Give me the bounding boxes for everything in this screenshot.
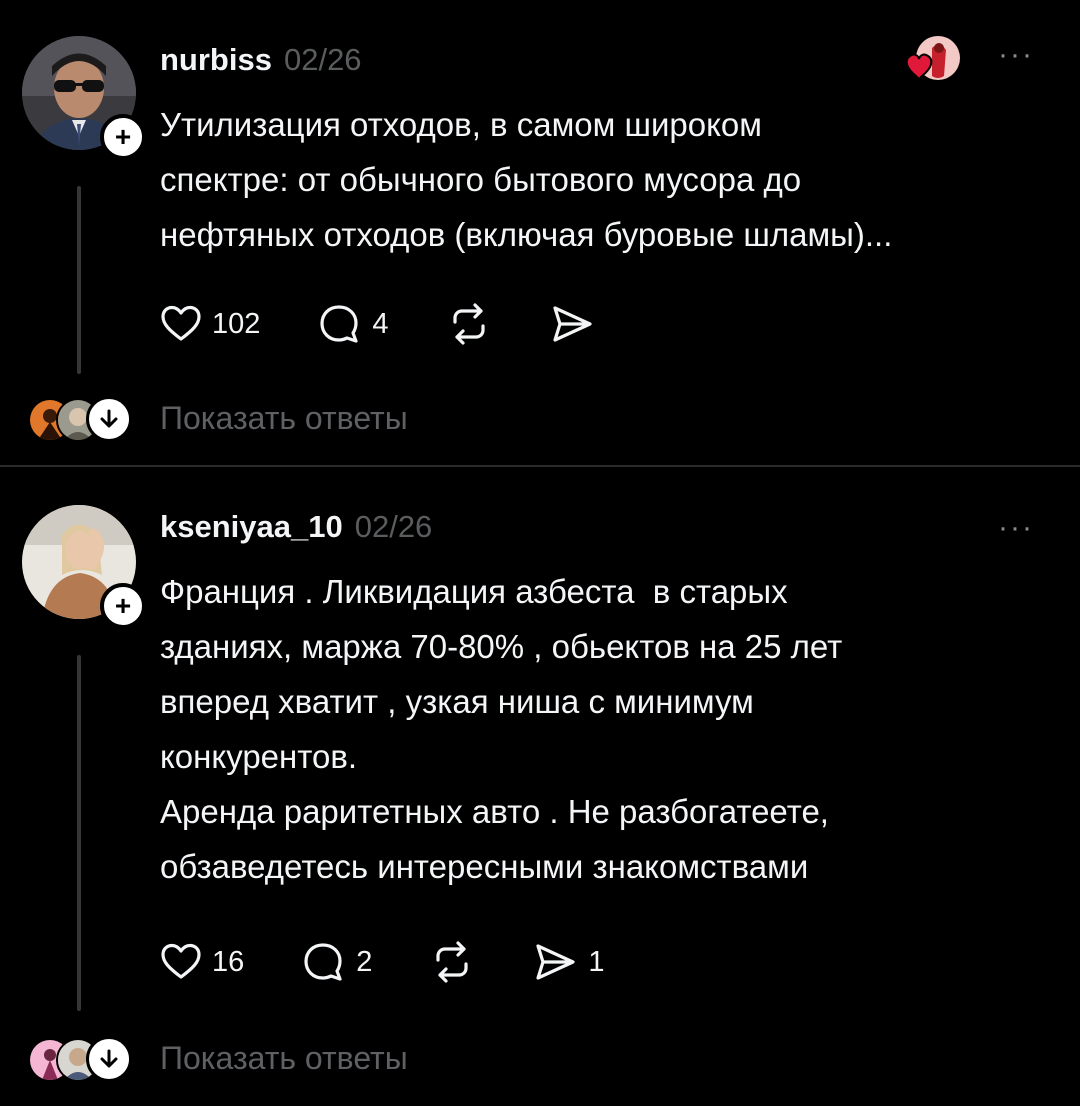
share-count: 1 [588, 945, 605, 978]
replies-preview[interactable] [28, 396, 132, 442]
post-1: + nurbiss 02/26 ··· Утилизация отходов, … [0, 0, 1080, 465]
show-replies-link[interactable]: Показать ответы [160, 1040, 408, 1077]
like-count: 16 [212, 945, 245, 978]
heart-icon [161, 305, 201, 341]
post-2: + kseniyaa_10 02/26 ··· Франция . Ликвид… [0, 467, 1080, 1106]
comment-count: 4 [372, 307, 389, 340]
follow-plus-icon[interactable]: + [100, 114, 146, 160]
more-options-icon[interactable]: ··· [998, 511, 1034, 545]
show-replies-link[interactable]: Показать ответы [160, 400, 408, 437]
arrow-down-icon [86, 396, 132, 442]
arrow-down-icon [86, 1036, 132, 1082]
thread-line [77, 655, 81, 1011]
username[interactable]: nurbiss [160, 42, 272, 78]
like-count: 102 [212, 307, 261, 340]
share-button[interactable] [549, 303, 605, 345]
share-button[interactable]: 1 [532, 941, 605, 983]
post-header: kseniyaa_10 02/26 [160, 509, 432, 549]
like-button[interactable]: 102 [160, 304, 260, 344]
comment-count: 2 [356, 945, 373, 978]
post-date: 02/26 [354, 509, 433, 544]
more-options-icon[interactable]: ··· [998, 38, 1034, 72]
reaction-avatar-heart-icon [902, 36, 960, 86]
avatar-nurbiss[interactable]: + [22, 36, 146, 160]
comment-button[interactable]: 4 [318, 303, 389, 345]
follow-plus-icon[interactable]: + [100, 583, 146, 629]
send-icon [536, 944, 576, 980]
repost-icon [436, 941, 469, 983]
comment-bubble-icon [320, 305, 358, 343]
comment-bubble-icon [304, 943, 342, 981]
post-text: Утилизация отходов, в самом широком спек… [160, 106, 893, 253]
post-header: nurbiss 02/26 [160, 42, 362, 82]
username[interactable]: kseniyaa_10 [160, 509, 343, 545]
replies-preview[interactable] [28, 1036, 132, 1082]
reply-avatars [28, 1036, 132, 1082]
comment-button[interactable]: 2 [302, 941, 372, 983]
reply-avatars [28, 396, 132, 442]
post-actions: 16 2 1 [160, 941, 663, 983]
send-icon [552, 306, 592, 342]
post-actions: 102 4 [160, 303, 663, 345]
avatar-kseniyaa-10[interactable]: + [22, 505, 146, 629]
repost-button[interactable] [447, 303, 491, 345]
post-text: Франция . Ликвидация азбеста в старых зд… [160, 573, 843, 885]
repost-button[interactable] [430, 941, 474, 983]
thread-line [77, 186, 81, 374]
repost-icon [452, 303, 485, 345]
post-date: 02/26 [283, 42, 362, 77]
like-button[interactable]: 16 [160, 942, 244, 982]
heart-icon [161, 943, 201, 979]
